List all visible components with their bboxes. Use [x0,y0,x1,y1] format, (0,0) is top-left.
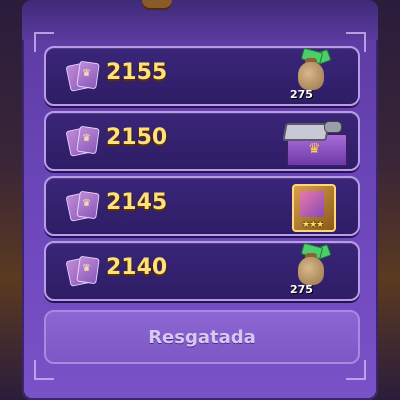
card-icon: ♛ [65,190,100,222]
milestone-value: 2140 [106,255,168,280]
claimed-button-label: Resgatada [148,326,256,348]
panel-header [22,0,378,40]
money-bag-icon: 275 [278,47,342,102]
card-icon: ♛ [65,60,100,92]
milestone-value: 2145 [106,190,168,215]
milestone-row: ♛ 2140 275 [44,241,360,301]
money-bag-icon: 275 [278,242,342,297]
milestone-value: 2155 [106,60,168,85]
chest-reward-icon: ♛ [278,115,348,167]
chest-icon [142,0,172,8]
card-icon: ♛ [65,255,100,287]
milestone-row: ♛ 2145 ★★★ [44,176,360,236]
milestone-value: 2150 [106,125,168,150]
card-badge-icon: ★★★ [278,180,342,232]
milestone-row: ♛ 2150 ♛ [44,111,360,171]
reward-amount: 275 [290,88,313,101]
reward-amount: 275 [290,283,313,296]
card-icon: ♛ [65,125,100,157]
claimed-button[interactable]: Resgatada [44,310,360,364]
star-rating: ★★★ [302,220,324,230]
milestone-row: ♛ 2155 275 [44,46,360,106]
